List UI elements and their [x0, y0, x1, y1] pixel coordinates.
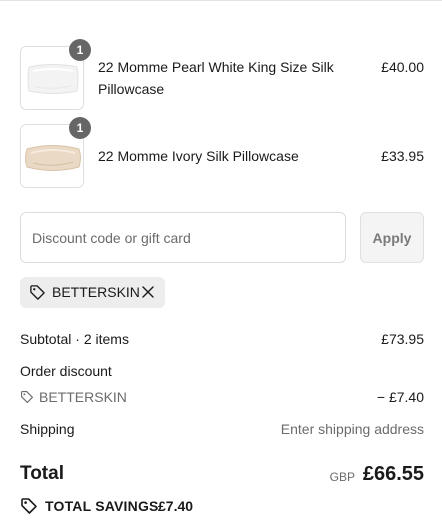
discount-code-name: BETTERSKIN: [39, 389, 127, 405]
product-price: £33.95: [381, 148, 424, 164]
currency-code: GBP: [329, 470, 355, 484]
discount-code-input[interactable]: [20, 212, 346, 263]
product-price: £40.00: [381, 59, 424, 75]
product-title: 22 Momme Ivory Silk Pillowcase: [98, 148, 299, 164]
savings-amount: £7.40: [158, 498, 194, 514]
subtotal-label: Subtotal · 2 items: [20, 331, 129, 347]
shipping-label: Shipping: [20, 421, 75, 437]
line-item: 1 22 Momme Pearl White King Size Silk Pi…: [20, 39, 424, 110]
apply-discount-button[interactable]: Apply: [360, 212, 424, 263]
quantity-badge: 1: [69, 39, 91, 61]
quantity-badge: 1: [69, 117, 91, 139]
product-title: 22 Momme Pearl White King Size Silk Pill…: [98, 59, 334, 97]
product-thumbnail: 1: [20, 39, 91, 110]
top-divider: [0, 0, 442, 1]
total-label: Total: [20, 463, 64, 484]
discount-value: − £7.40: [376, 389, 424, 405]
product-thumbnail: 1: [20, 117, 91, 188]
savings-label: TOTAL SAVINGS: [45, 498, 159, 514]
savings-tag-icon: [21, 498, 37, 514]
close-icon[interactable]: [141, 285, 155, 299]
total-savings: TOTAL SAVINGS £7.40: [20, 497, 320, 515]
discount-code-label: BETTERSKIN: [52, 284, 140, 300]
line-item: 1 22 Momme Ivory Silk Pillowcase £33.95: [20, 117, 424, 188]
tag-icon: [21, 391, 33, 403]
tag-icon: [30, 285, 45, 300]
shipping-value: Enter shipping address: [280, 421, 424, 437]
total-amount: £66.55: [362, 463, 424, 485]
subtotal-value: £73.95: [381, 331, 424, 347]
applied-discount-chip: BETTERSKIN: [20, 277, 165, 308]
order-discount-label: Order discount: [20, 363, 112, 379]
